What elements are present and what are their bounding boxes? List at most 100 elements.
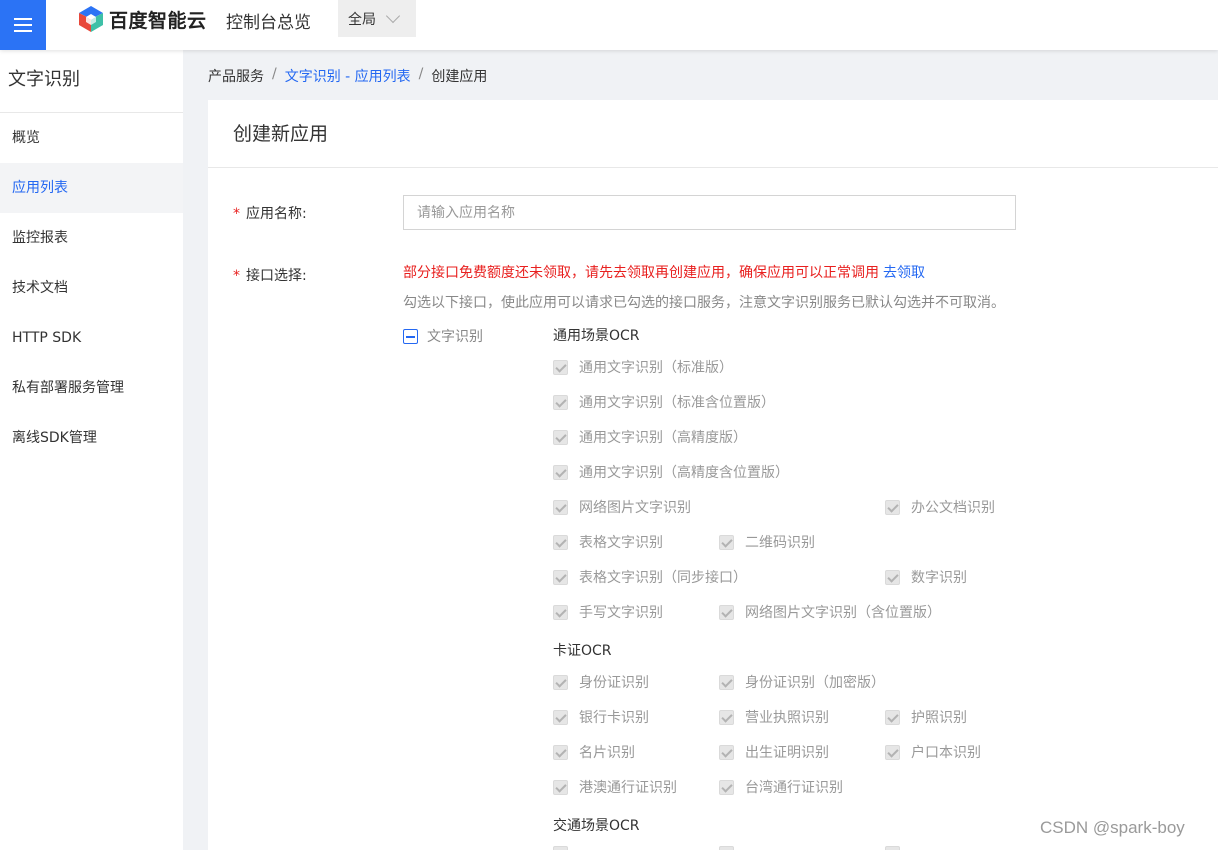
region-select[interactable]: 全局 — [338, 0, 416, 37]
checkbox-checked-disabled-icon — [719, 709, 734, 725]
api-option[interactable]: 台湾通行证识别 — [719, 777, 843, 797]
brand-logo[interactable]: 百度智能云 — [78, 4, 207, 34]
api-option[interactable]: 银行卡识别 — [553, 707, 649, 727]
api-option-label: 表格文字识别（同步接口） — [579, 570, 747, 586]
api-option[interactable]: 表格文字识别 — [553, 532, 663, 552]
sidebar-item-docs[interactable]: 技术文档 — [0, 263, 183, 313]
sidebar-item-app-list[interactable]: 应用列表 — [0, 163, 183, 213]
api-option[interactable]: 表格文字识别（同步接口） — [553, 567, 747, 587]
ocr-service-checkbox[interactable]: 文字识别 — [403, 326, 483, 346]
checkbox-checked-disabled-icon — [719, 604, 734, 620]
api-hint: 勾选以下接口，使此应用可以请求已勾选的接口服务，注意文字识别服务已默认勾选并不可… — [403, 295, 1005, 311]
quota-warning-text: 部分接口免费额度还未领取，请先去领取再创建应用，确保应用可以正常调用 — [403, 265, 879, 281]
api-option[interactable]: 港澳通行证识别 — [553, 777, 677, 797]
api-option[interactable]: 通用文字识别（高精度版） — [553, 427, 747, 447]
required-mark: * — [233, 268, 240, 284]
region-value: 全局 — [348, 11, 376, 28]
sidebar-item-http-sdk[interactable]: HTTP SDK — [0, 313, 183, 363]
api-select-label: * 接口选择: — [233, 265, 307, 285]
api-option-label: 通用文字识别（标准含位置版） — [579, 395, 775, 411]
api-option-label: 名片识别 — [579, 745, 635, 761]
api-option-label: 通用文字识别（高精度含位置版） — [579, 465, 789, 481]
required-mark: * — [233, 206, 240, 222]
checkbox-checked-disabled-icon — [885, 499, 900, 515]
api-option[interactable]: 名片识别 — [553, 742, 635, 762]
breadcrumb-app-list-link[interactable]: 文字识别 - 应用列表 — [285, 66, 411, 86]
api-option-label: 通用文字识别（标准版） — [579, 360, 733, 376]
group-title-traffic-ocr: 交通场景OCR — [553, 818, 640, 834]
watermark: CSDN @spark-boy — [1040, 818, 1185, 837]
api-option-label: 网络图片文字识别 — [579, 500, 691, 516]
api-option[interactable]: 数字识别 — [885, 567, 967, 587]
api-option-label: 表格文字识别 — [579, 535, 663, 551]
api-option-label: 身份证识别 — [579, 675, 649, 691]
breadcrumb-current: 创建应用 — [431, 69, 488, 85]
indeterminate-checkbox-icon — [403, 328, 418, 344]
checkbox-checked-disabled-icon[interactable] — [885, 846, 900, 850]
api-option-label: 护照识别 — [911, 710, 967, 726]
checkbox-checked-disabled-icon[interactable] — [553, 846, 568, 850]
api-option-label: 户口本识别 — [911, 745, 981, 761]
breadcrumb: 产品服务 / 文字识别 - 应用列表 / 创建应用 — [208, 66, 487, 86]
checkbox-checked-disabled-icon — [553, 429, 568, 445]
group-title-card-ocr: 卡证OCR — [553, 643, 612, 659]
breadcrumb-separator: / — [418, 66, 424, 82]
sidebar-item-overview[interactable]: 概览 — [0, 113, 183, 163]
api-option-label: 港澳通行证识别 — [579, 780, 677, 796]
api-option-label: 银行卡识别 — [579, 710, 649, 726]
api-option[interactable]: 通用文字识别（标准含位置版） — [553, 392, 775, 412]
api-option[interactable]: 出生证明识别 — [719, 742, 829, 762]
api-option-label: 办公文档识别 — [911, 500, 995, 516]
checkbox-checked-disabled-icon — [719, 779, 734, 795]
page-title: 创建新应用 — [208, 100, 1218, 168]
checkbox-checked-disabled-icon — [553, 359, 568, 375]
group-title-general-ocr: 通用场景OCR — [553, 328, 640, 344]
api-select-label-text: 接口选择: — [246, 268, 307, 284]
app-name-input[interactable] — [403, 195, 1016, 230]
api-option-label: 网络图片文字识别（含位置版） — [745, 605, 941, 621]
checkbox-checked-disabled-icon[interactable] — [719, 846, 734, 850]
checkbox-checked-disabled-icon — [719, 744, 734, 760]
breadcrumb-root: 产品服务 — [208, 69, 264, 85]
checkbox-checked-disabled-icon — [553, 604, 568, 620]
checkbox-checked-disabled-icon — [885, 569, 900, 585]
api-option[interactable]: 身份证识别（加密版） — [719, 672, 885, 692]
api-option-label: 台湾通行证识别 — [745, 780, 843, 796]
api-option[interactable]: 身份证识别 — [553, 672, 649, 692]
api-option[interactable]: 通用文字识别（高精度含位置版） — [553, 462, 789, 482]
checkbox-checked-disabled-icon — [719, 674, 734, 690]
api-option[interactable]: 通用文字识别（标准版） — [553, 357, 733, 377]
baidu-cloud-logo-icon — [79, 6, 103, 32]
api-option[interactable]: 办公文档识别 — [885, 497, 995, 517]
ocr-service-label: 文字识别 — [427, 329, 483, 345]
checkbox-checked-disabled-icon — [553, 744, 568, 760]
api-option[interactable]: 二维码识别 — [719, 532, 815, 552]
sidebar-item-private-deploy[interactable]: 私有部署服务管理 — [0, 363, 183, 413]
sidebar-title: 文字识别 — [0, 50, 183, 113]
api-option[interactable]: 网络图片文字识别 — [553, 497, 691, 517]
sidebar-item-monitoring[interactable]: 监控报表 — [0, 213, 183, 263]
api-option[interactable]: 网络图片文字识别（含位置版） — [719, 602, 941, 622]
top-bar: 百度智能云 控制台总览 全局 — [0, 0, 1218, 50]
api-option-label: 二维码识别 — [745, 535, 815, 551]
api-option[interactable]: 手写文字识别 — [553, 602, 663, 622]
api-option[interactable]: 户口本识别 — [885, 742, 981, 762]
api-option-label: 身份证识别（加密版） — [745, 675, 885, 691]
brand-name: 百度智能云 — [109, 9, 207, 32]
checkbox-checked-disabled-icon — [885, 709, 900, 725]
hamburger-icon — [14, 18, 32, 32]
sidebar: 文字识别 概览 应用列表 监控报表 技术文档 HTTP SDK 私有部署服务管理… — [0, 50, 183, 850]
api-option[interactable]: 营业执照识别 — [719, 707, 829, 727]
api-option-label: 出生证明识别 — [745, 745, 829, 761]
checkbox-checked-disabled-icon — [553, 674, 568, 690]
checkbox-checked-disabled-icon — [553, 464, 568, 480]
checkbox-checked-disabled-icon — [553, 709, 568, 725]
sidebar-item-offline-sdk[interactable]: 离线SDK管理 — [0, 413, 183, 463]
menu-button[interactable] — [0, 0, 46, 50]
claim-quota-link[interactable]: 去领取 — [883, 265, 925, 281]
api-option-label: 通用文字识别（高精度版） — [579, 430, 747, 446]
api-option-label: 营业执照识别 — [745, 710, 829, 726]
app-name-label: * 应用名称: — [233, 203, 307, 223]
console-overview-link[interactable]: 控制台总览 — [226, 8, 311, 33]
api-option[interactable]: 护照识别 — [885, 707, 967, 727]
